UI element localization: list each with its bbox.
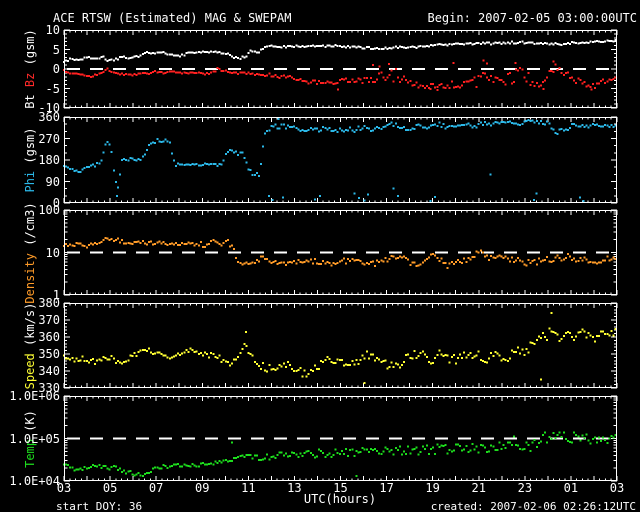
x-tick-label: 03 xyxy=(609,481,625,495)
trace-bt xyxy=(63,39,617,64)
y-axis-title-part: Phi xyxy=(23,170,37,193)
y-axis-title-part: (gsm) xyxy=(23,29,37,73)
x-tick-label: 07 xyxy=(148,481,164,495)
plot-title: ACE RTSW (Estimated) MAG & SWEPAM xyxy=(53,11,292,25)
x-tick-label: 19 xyxy=(425,481,440,495)
y-axis-title-part: Density xyxy=(23,252,37,304)
trace-phi xyxy=(63,119,617,189)
y-tick-label: -5 xyxy=(45,81,60,96)
trace-bz xyxy=(63,63,617,90)
y-tick-label: 380 xyxy=(38,296,60,310)
panel-frame xyxy=(64,117,617,203)
x-tick-label: 13 xyxy=(287,481,302,495)
x-tick-label: 01 xyxy=(563,481,579,495)
panel-density: Density (/cm3) 100 10 1 xyxy=(0,202,640,303)
x-tick-label: 05 xyxy=(102,481,118,495)
panel-frame xyxy=(64,303,617,388)
y-tick-label: 5 xyxy=(52,42,60,57)
y-axis-title-part: (km/s) xyxy=(23,302,37,353)
y-tick-label: 10 xyxy=(45,23,60,37)
plot-header: ACE RTSW (Estimated) MAG & SWEPAM Begin:… xyxy=(53,11,637,25)
scatter-outliers xyxy=(231,441,358,478)
panel-bt-bz: Bt Bz (gsm) 10 5 0 -5 -10 xyxy=(0,23,640,115)
y-tick-label: 180 xyxy=(38,153,60,167)
plot-area-bt-bz xyxy=(63,29,618,109)
y-tick-label: 370 xyxy=(38,313,60,327)
trace-speed xyxy=(63,327,617,378)
y-axis-title-part: Bt xyxy=(23,87,37,109)
x-tick-label: 03 xyxy=(56,481,72,495)
tick-marks xyxy=(63,302,618,389)
y-axis-title-part: (/cm3) xyxy=(23,201,37,253)
ace-rtsw-plot-screen: ACE RTSW (Estimated) MAG & SWEPAM Begin:… xyxy=(0,0,640,512)
x-tick-label: 09 xyxy=(195,481,210,495)
x-tick-label: 21 xyxy=(471,481,486,495)
y-tick-label: 100 xyxy=(38,203,60,217)
y-tick-label: 90 xyxy=(45,174,60,189)
y-axis-title-bt-bz: Bt Bz (gsm) xyxy=(23,29,37,109)
created-timestamp: created: 2007-02-06 02:26:12UTC xyxy=(430,500,636,512)
panel-phi: Phi (gsm) 360 270 180 90 0 xyxy=(0,110,640,210)
panel-temp: Temp (K) 1.0E+06 1.0E+05 1.0E+04 xyxy=(0,389,640,488)
plot-area-density xyxy=(63,209,618,296)
x-axis-title: UTC(hours) xyxy=(303,492,377,506)
x-tick-label: 11 xyxy=(241,481,256,495)
y-tick-label: 360 xyxy=(38,330,60,344)
tick-marks xyxy=(63,116,618,204)
scatter-outliers xyxy=(116,117,585,203)
y-axis-title-speed: Speed (km/s) xyxy=(23,302,37,389)
start-doy-label: start DOY: 36 xyxy=(56,500,143,512)
plot-area-temp xyxy=(63,395,618,482)
scatter-outliers xyxy=(245,312,553,384)
plot-area-phi xyxy=(63,116,618,204)
y-axis-title-phi: Phi (gsm) xyxy=(23,127,37,192)
scatter-outliers xyxy=(337,59,593,92)
x-tick-label: 23 xyxy=(517,481,533,495)
begin-timestamp: Begin: 2007-02-05 03:00:00UTC xyxy=(427,11,637,25)
plot-area-speed xyxy=(63,302,618,389)
y-tick-label: 1.0E+06 xyxy=(9,389,60,403)
y-axis-title-part: (gsm) xyxy=(23,127,37,171)
y-tick-label: 360 xyxy=(38,110,60,124)
panel-speed: Speed (km/s) 380 370 360 350 340 330 xyxy=(0,296,640,395)
y-axis-title-part: Speed xyxy=(23,352,37,389)
y-axis-title-density: Density (/cm3) xyxy=(23,202,37,303)
x-tick-label: 17 xyxy=(379,481,394,495)
y-axis-title-part: Bz xyxy=(23,72,37,88)
y-tick-label: 270 xyxy=(38,131,60,146)
y-tick-label: 0 xyxy=(52,62,60,76)
y-tick-label: 10 xyxy=(45,245,60,260)
y-tick-label: 340 xyxy=(38,364,60,378)
y-tick-label: 350 xyxy=(38,347,60,361)
y-tick-label: 1.0E+05 xyxy=(9,431,60,446)
